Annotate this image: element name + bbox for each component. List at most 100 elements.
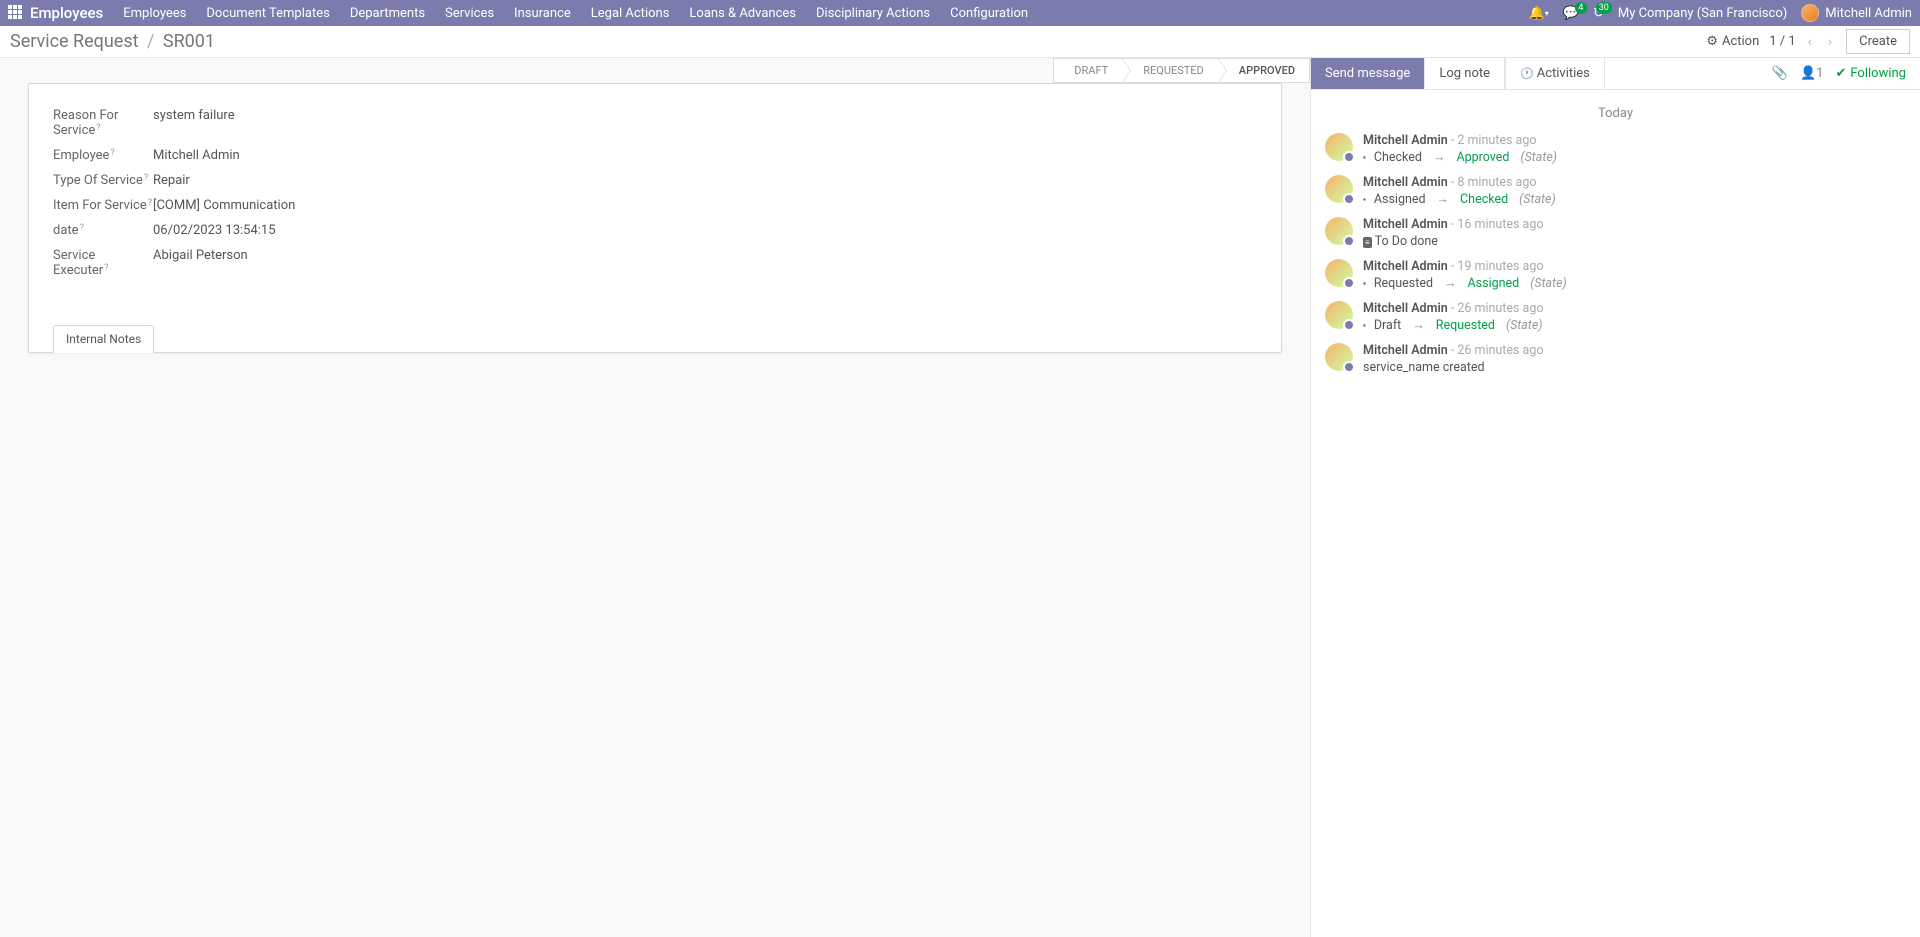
field-label: Service Executer?: [53, 248, 153, 278]
status-bar: DRAFT REQUESTED APPROVED: [1053, 58, 1310, 83]
notifications-icon[interactable]: 🔔 ▾: [1529, 6, 1549, 21]
attachment-icon[interactable]: 📎: [1772, 66, 1788, 81]
message-header: Mitchell Admin - 26 minutes ago: [1363, 343, 1906, 358]
nav-item-loans-advances[interactable]: Loans & Advances: [689, 6, 796, 21]
message-content: ≡To Do done: [1363, 234, 1906, 249]
help-icon[interactable]: ?: [110, 148, 114, 158]
nav-item-document-templates[interactable]: Document Templates: [206, 6, 329, 21]
field-reason-for-service: Reason For Service? system failure: [53, 108, 1257, 138]
form-area: DRAFT REQUESTED APPROVED Reason For Serv…: [0, 58, 1310, 937]
message-avatar[interactable]: [1325, 133, 1353, 161]
chatter-message: Mitchell Admin - 2 minutes ago Checked → …: [1325, 133, 1906, 165]
field-date: date? 06/02/2023 13:54:15: [53, 223, 1257, 238]
message-avatar[interactable]: [1325, 343, 1353, 371]
status-step-approved[interactable]: APPROVED: [1219, 58, 1310, 83]
main-navbar: Employees Employees Document Templates D…: [0, 0, 1920, 26]
breadcrumb-separator: /: [147, 31, 154, 52]
field-type-of-service: Type Of Service? Repair: [53, 173, 1257, 188]
chatter-toolbar: Send message Log note 🕐Activities 📎 👤1 ✔…: [1311, 58, 1920, 90]
apps-icon[interactable]: [8, 5, 24, 21]
nav-item-insurance[interactable]: Insurance: [514, 6, 571, 21]
help-icon[interactable]: ?: [96, 123, 100, 133]
message-body: Mitchell Admin - 19 minutes agoRequested…: [1363, 259, 1906, 291]
field-value[interactable]: system failure: [153, 108, 235, 138]
help-icon[interactable]: ?: [148, 198, 152, 208]
field-value[interactable]: Abigail Peterson: [153, 248, 248, 278]
nav-item-disciplinary-actions[interactable]: Disciplinary Actions: [816, 6, 930, 21]
breadcrumb-root[interactable]: Service Request: [10, 31, 139, 52]
activities-button[interactable]: 🕐Activities: [1505, 58, 1605, 89]
message-header: Mitchell Admin - 16 minutes ago: [1363, 217, 1906, 232]
breadcrumb-current: SR001: [163, 31, 215, 52]
field-service-executer: Service Executer? Abigail Peterson: [53, 248, 1257, 278]
nav-item-departments[interactable]: Departments: [350, 6, 425, 21]
chatter-message: Mitchell Admin - 8 minutes ago Assigned →…: [1325, 175, 1906, 207]
day-separator: Today: [1325, 106, 1906, 121]
user-name: Mitchell Admin: [1825, 6, 1912, 21]
nav-item-legal-actions[interactable]: Legal Actions: [591, 6, 670, 21]
message-content: Checked → Approved (State): [1363, 150, 1906, 165]
message-body: Mitchell Admin - 2 minutes ago Checked → …: [1363, 133, 1906, 165]
help-icon[interactable]: ?: [104, 263, 108, 273]
form-tabs: Internal Notes: [53, 325, 154, 353]
message-content: service_name created: [1363, 360, 1906, 375]
send-message-button[interactable]: Send message: [1311, 58, 1425, 89]
message-header: Mitchell Admin - 26 minutes ago: [1363, 301, 1906, 316]
messages-icon[interactable]: 💬4: [1563, 6, 1579, 21]
pager-value: 1 / 1: [1769, 34, 1795, 49]
user-menu[interactable]: Mitchell Admin: [1801, 4, 1912, 22]
field-item-for-service: Item For Service? [COMM] Communication: [53, 198, 1257, 213]
followers-button[interactable]: 👤1: [1800, 66, 1824, 81]
company-selector[interactable]: My Company (San Francisco): [1618, 6, 1787, 21]
chatter-message: Mitchell Admin - 19 minutes agoRequested…: [1325, 259, 1906, 291]
help-icon[interactable]: ?: [80, 223, 84, 233]
tab-internal-notes[interactable]: Internal Notes: [53, 325, 154, 353]
following-button[interactable]: ✔Following: [1835, 66, 1906, 81]
action-dropdown[interactable]: ⚙ Action: [1706, 34, 1759, 49]
field-value[interactable]: 06/02/2023 13:54:15: [153, 223, 276, 238]
log-note-button[interactable]: Log note: [1425, 58, 1505, 89]
form-sheet: Reason For Service? system failure Emplo…: [28, 83, 1282, 353]
chatter-panel: Send message Log note 🕐Activities 📎 👤1 ✔…: [1310, 58, 1920, 937]
status-row: DRAFT REQUESTED APPROVED: [0, 58, 1310, 83]
create-button[interactable]: Create: [1846, 29, 1910, 54]
status-step-requested[interactable]: REQUESTED: [1123, 58, 1219, 83]
message-avatar[interactable]: [1325, 175, 1353, 203]
control-panel-right: ⚙ Action 1 / 1 ‹ › Create: [1706, 29, 1910, 54]
field-value[interactable]: [COMM] Communication: [153, 198, 295, 213]
timer-icon[interactable]: ↻30: [1593, 6, 1604, 21]
message-body: Mitchell Admin - 16 minutes ago ≡To Do do…: [1363, 217, 1906, 249]
field-employee: Employee? Mitchell Admin: [53, 148, 1257, 163]
pager: 1 / 1 ‹ ›: [1769, 34, 1836, 50]
status-step-draft[interactable]: DRAFT: [1053, 58, 1123, 83]
message-avatar[interactable]: [1325, 217, 1353, 245]
chatter-toolbar-right: 📎 👤1 ✔Following: [1772, 66, 1920, 81]
field-label: Employee?: [53, 148, 153, 163]
action-label: Action: [1722, 34, 1759, 49]
field-label: date?: [53, 223, 153, 238]
nav-items: Employees Document Templates Departments…: [123, 6, 1028, 21]
message-body: Mitchell Admin - 26 minutes ago service_n…: [1363, 343, 1906, 375]
message-content: Assigned → Checked (State): [1363, 192, 1906, 207]
nav-item-employees[interactable]: Employees: [123, 6, 186, 21]
app-brand[interactable]: Employees: [30, 4, 103, 22]
message-avatar[interactable]: [1325, 301, 1353, 329]
field-label: Reason For Service?: [53, 108, 153, 138]
chatter-message: Mitchell Admin - 16 minutes ago ≡To Do do…: [1325, 217, 1906, 249]
message-header: Mitchell Admin - 8 minutes ago: [1363, 175, 1906, 190]
nav-item-services[interactable]: Services: [445, 6, 494, 21]
message-content: Requested → Assigned (State): [1363, 276, 1906, 291]
help-icon[interactable]: ?: [144, 173, 148, 183]
pager-prev[interactable]: ‹: [1804, 34, 1816, 50]
message-content: Draft → Requested (State): [1363, 318, 1906, 333]
message-body: Mitchell Admin - 26 minutes ago Draft → R…: [1363, 301, 1906, 333]
nav-item-configuration[interactable]: Configuration: [950, 6, 1028, 21]
chatter-message: Mitchell Admin - 26 minutes ago service_n…: [1325, 343, 1906, 375]
field-value[interactable]: Repair: [153, 173, 190, 188]
message-avatar[interactable]: [1325, 259, 1353, 287]
timer-badge: 30: [1596, 2, 1612, 14]
check-icon: ✔: [1835, 66, 1846, 81]
field-value[interactable]: Mitchell Admin: [153, 148, 240, 163]
message-header: Mitchell Admin - 2 minutes ago: [1363, 133, 1906, 148]
pager-next[interactable]: ›: [1824, 34, 1836, 50]
